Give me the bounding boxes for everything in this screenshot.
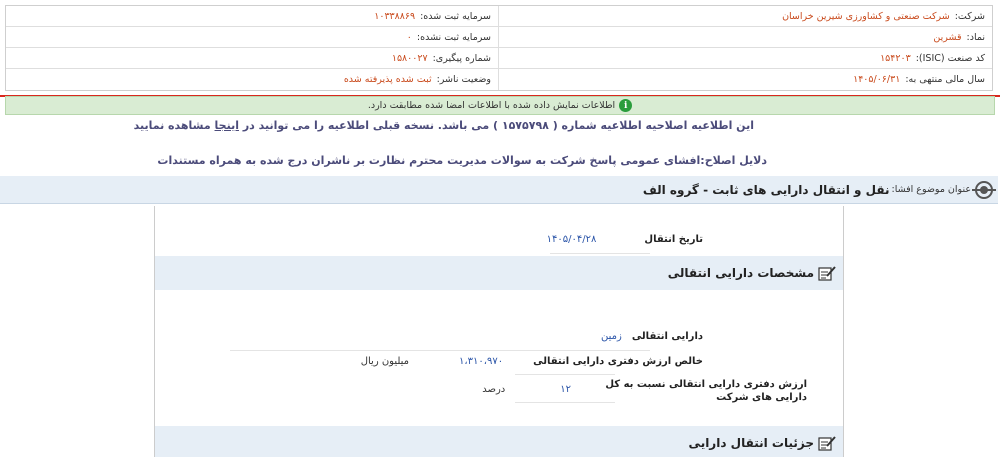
registered-capital-label: سرمایه ثبت شده: xyxy=(420,10,491,22)
info-row: نماد: قشرین سرمایه ثبت نشده: ۰ xyxy=(6,27,992,48)
symbol-label: نماد: xyxy=(966,31,985,43)
net-book-unit: میلیون ریال xyxy=(360,356,410,367)
field-underline xyxy=(515,374,615,375)
subject-bar: عنوان موضوع افشا: نقل و انتقال دارایی ها… xyxy=(0,176,998,204)
transfer-details-title: جزئیات انتقال دارایی xyxy=(688,436,814,450)
transfer-date-value: ۱۴۰۵/۰۴/۲۸ xyxy=(546,234,597,245)
asset-value: زمین xyxy=(600,331,622,342)
ratio-unit: درصد xyxy=(482,384,506,395)
asset-spec-header: مشخصات دارایی انتقالی xyxy=(155,256,843,290)
fiscal-year-cell: سال مالی منتهی به: ۱۴۰۵/۰۶/۳۱ xyxy=(499,69,992,90)
registered-capital-value: ۱۰۳۳۸۸۶۹ xyxy=(374,10,416,22)
publisher-status-label: وضعیت ناشر: xyxy=(436,74,491,85)
symbol-cell: نماد: قشرین xyxy=(499,27,992,47)
info-row: کد صنعت (ISIC): ۱۵۴۲۰۳ شماره پیگیری: ۱۵۸… xyxy=(6,48,992,69)
asset-label: دارایی انتقالی xyxy=(631,331,703,342)
correction-reason: دلایل اصلاح:افشای عمومی پاسخ شرکت به سوا… xyxy=(157,154,767,167)
company-label: شرکت: xyxy=(954,10,985,22)
tracking-number-label: شماره پیگیری: xyxy=(432,52,491,64)
asset-spec-title: مشخصات دارایی انتقالی xyxy=(667,266,814,280)
net-book-label: خالص ارزش دفتری دارایی انتقالی xyxy=(533,356,703,367)
publisher-status-cell: وضعیت ناشر: ثبت شده پذیرفته شده xyxy=(6,69,499,90)
transfer-date-row: تاریخ انتقال ۱۴۰۵/۰۴/۲۸ xyxy=(547,234,703,245)
announcement-page: شرکت: شرکت صنعتی و کشاورزی شیرین خراسان … xyxy=(0,0,1000,457)
fiscal-year-value: ۱۴۰۵/۰۶/۳۱ xyxy=(853,74,901,85)
transfer-details-header: جزئیات انتقال دارایی xyxy=(155,426,843,457)
unregistered-capital-value: ۰ xyxy=(406,31,412,43)
info-row: شرکت: شرکت صنعتی و کشاورزی شیرین خراسان … xyxy=(6,6,992,27)
symbol-value: قشرین xyxy=(933,31,962,43)
field-underline xyxy=(515,402,615,403)
isic-cell: کد صنعت (ISIC): ۱۵۴۲۰۳ xyxy=(499,48,992,68)
correction-text: این اطلاعیه اصلاحیه اطلاعیه شماره ( ۱۵۷۵… xyxy=(242,119,754,132)
ratio-label: ارزش دفتری دارایی انتقالی نسبت به کل دار… xyxy=(605,379,807,403)
previous-version-link[interactable]: اینجا xyxy=(215,119,239,132)
field-underline xyxy=(550,253,650,254)
edit-note-icon xyxy=(818,436,836,451)
unregistered-capital-cell: سرمایه ثبت نشده: ۰ xyxy=(6,27,499,47)
content-panel: تاریخ انتقال ۱۴۰۵/۰۴/۲۸ مشخصات دارایی ان… xyxy=(154,206,844,457)
edit-note-icon xyxy=(818,266,836,281)
ratio-label-cell: ارزش دفتری دارایی انتقالی نسبت به کل دار… xyxy=(583,378,807,404)
registered-capital-cell: سرمایه ثبت شده: ۱۰۳۳۸۸۶۹ xyxy=(6,6,499,26)
info-icon: i xyxy=(619,99,633,112)
notice-text: اطلاعات نمایش داده شده با اطلاعات امضا ش… xyxy=(367,100,616,111)
tracking-number-value: ۱۵۸۰۰۲۷ xyxy=(391,52,428,64)
publisher-status-value: ثبت شده پذیرفته شده xyxy=(343,74,432,85)
unregistered-capital-label: سرمایه ثبت نشده: xyxy=(416,31,491,43)
isic-label: کد صنعت (ISIC): xyxy=(915,52,985,64)
company-cell: شرکت: شرکت صنعتی و کشاورزی شیرین خراسان xyxy=(499,6,992,26)
company-value: شرکت صنعتی و کشاورزی شیرین خراسان xyxy=(782,10,950,22)
field-separator xyxy=(230,350,650,351)
info-row: سال مالی منتهی به: ۱۴۰۵/۰۶/۳۱ وضعیت ناشر… xyxy=(6,69,992,90)
isic-value: ۱۵۴۲۰۳ xyxy=(880,52,911,64)
net-book-value: ۱،۳۱۰،۹۷۰ xyxy=(459,356,504,367)
ratio-value-row: ۱۲ درصد xyxy=(482,384,571,395)
verification-notice: i اطلاعات نمایش داده شده با اطلاعات امضا… xyxy=(5,96,995,115)
correction-text-end: مشاهده نمایید xyxy=(133,119,211,132)
asset-row: دارایی انتقالی زمین xyxy=(601,331,703,342)
net-book-row: خالص ارزش دفتری دارایی انتقالی ۱،۳۱۰،۹۷۰… xyxy=(361,356,703,367)
transfer-date-label: تاریخ انتقال xyxy=(644,234,703,245)
correction-notice: این اطلاعیه اصلاحیه اطلاعیه شماره ( ۱۵۷۵… xyxy=(134,119,754,132)
target-icon xyxy=(972,180,996,199)
tracking-number-cell: شماره پیگیری: ۱۵۸۰۰۲۷ xyxy=(6,48,499,68)
subject-value: نقل و انتقال دارایی های ثابت - گروه الف xyxy=(642,182,890,197)
ratio-value: ۱۲ xyxy=(560,384,571,395)
company-info-table: شرکت: شرکت صنعتی و کشاورزی شیرین خراسان … xyxy=(5,5,993,91)
fiscal-year-label: سال مالی منتهی به: xyxy=(905,74,985,85)
subject-label: عنوان موضوع افشا: xyxy=(891,184,972,195)
